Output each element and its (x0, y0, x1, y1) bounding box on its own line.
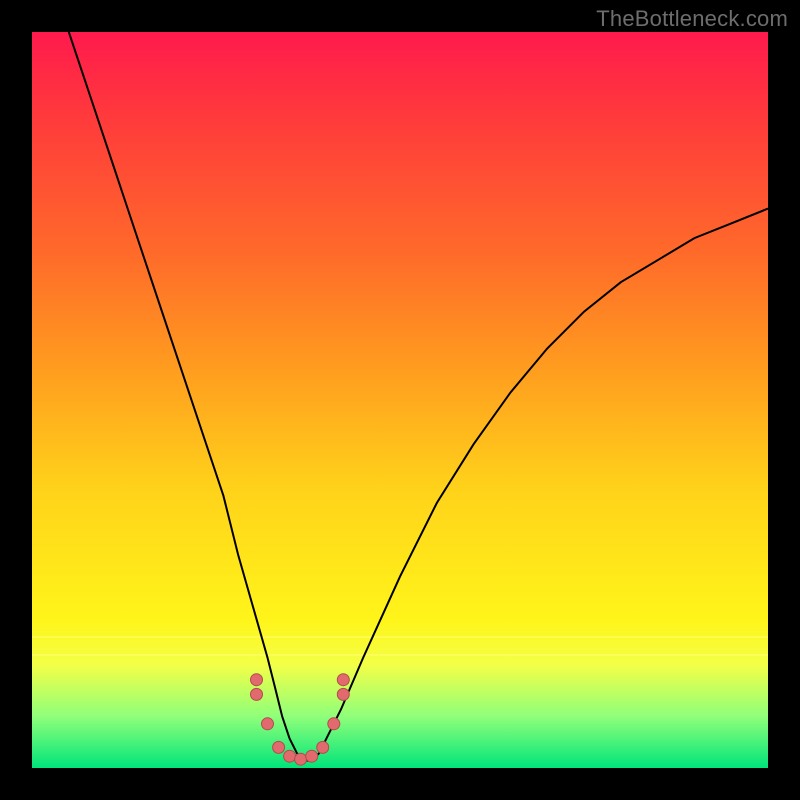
curve-marker (337, 688, 349, 700)
curve-marker (295, 753, 307, 765)
curve-marker (284, 750, 296, 762)
curve-marker (328, 718, 340, 730)
curve-marker (251, 674, 263, 686)
curve-overlay (32, 32, 768, 768)
curve-marker (306, 750, 318, 762)
chart-frame: TheBottleneck.com (0, 0, 800, 800)
curve-marker (251, 688, 263, 700)
curve-marker (273, 741, 285, 753)
plot-area (32, 32, 768, 768)
curve-marker (262, 718, 274, 730)
curve-marker (337, 674, 349, 686)
marker-group (251, 674, 350, 766)
bottleneck-curve (69, 32, 768, 761)
curve-marker (317, 741, 329, 753)
watermark-text: TheBottleneck.com (596, 6, 788, 32)
